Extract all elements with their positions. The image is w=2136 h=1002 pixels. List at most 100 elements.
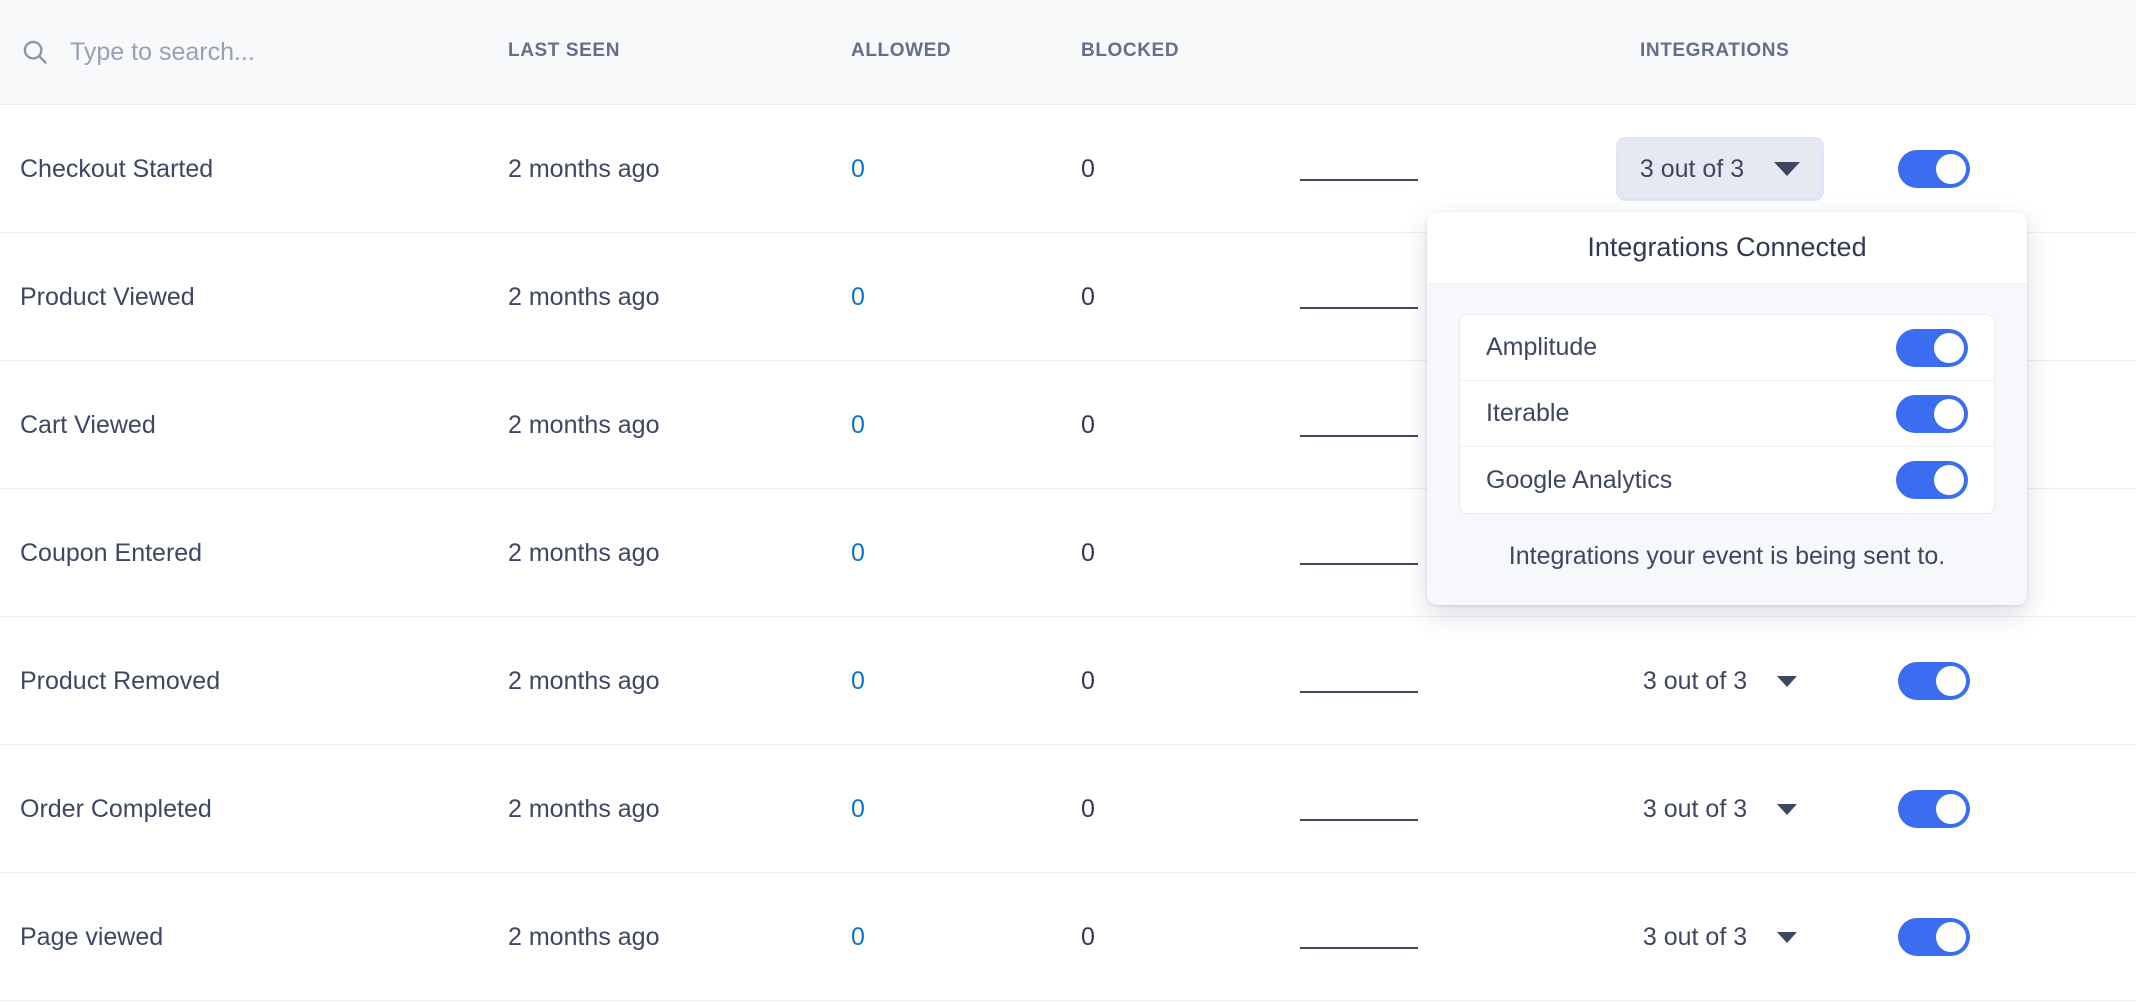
event-name: Product Removed bbox=[20, 667, 220, 696]
volume-sparkline-cell bbox=[1300, 873, 1440, 1001]
table-row[interactable]: Page viewed 2 months ago 0 0 3 out of 3 bbox=[0, 873, 2136, 1001]
chevron-down-icon bbox=[1777, 804, 1797, 815]
volume-sparkline-cell bbox=[1300, 617, 1440, 745]
event-name-cell: Product Removed bbox=[20, 617, 480, 745]
sparkline-chart bbox=[1300, 533, 1418, 573]
event-enabled-toggle[interactable] bbox=[1898, 662, 1970, 700]
event-name: Order Completed bbox=[20, 795, 212, 824]
last-seen-cell: 2 months ago bbox=[508, 873, 808, 1001]
sparkline-chart bbox=[1300, 405, 1418, 445]
integration-name: Amplitude bbox=[1486, 333, 1597, 362]
blocked-count: 0 bbox=[1081, 923, 1095, 952]
toggle-knob bbox=[1936, 794, 1966, 824]
integration-list-item: Iterable bbox=[1460, 381, 1994, 447]
last-seen-value: 2 months ago bbox=[508, 539, 660, 568]
blocked-count: 0 bbox=[1081, 283, 1095, 312]
popup-footer-text: Integrations your event is being sent to… bbox=[1509, 542, 1945, 571]
blocked-cell: 0 bbox=[1081, 745, 1201, 873]
table-row[interactable]: Order Completed 2 months ago 0 0 3 out o… bbox=[0, 745, 2136, 873]
integrations-dropdown-button[interactable]: 3 out of 3 bbox=[1620, 778, 1820, 840]
popup-body: Amplitude Iterable Google Analytics bbox=[1427, 284, 2027, 514]
allowed-count[interactable]: 0 bbox=[851, 795, 865, 824]
blocked-count: 0 bbox=[1081, 667, 1095, 696]
last-seen-cell: 2 months ago bbox=[508, 361, 808, 489]
search-input[interactable] bbox=[70, 38, 470, 67]
table-header: LAST SEEN ALLOWED BLOCKED INTEGRATIONS bbox=[0, 0, 2136, 105]
blocked-cell: 0 bbox=[1081, 489, 1201, 617]
last-seen-value: 2 months ago bbox=[508, 155, 660, 184]
last-seen-value: 2 months ago bbox=[508, 283, 660, 312]
event-enabled-toggle[interactable] bbox=[1898, 790, 1970, 828]
integration-list-item: Amplitude bbox=[1460, 315, 1994, 381]
allowed-cell[interactable]: 0 bbox=[851, 873, 971, 1001]
last-seen-cell: 2 months ago bbox=[508, 745, 808, 873]
search-cell bbox=[0, 37, 500, 67]
blocked-cell: 0 bbox=[1081, 361, 1201, 489]
sparkline-chart bbox=[1300, 149, 1418, 189]
last-seen-value: 2 months ago bbox=[508, 667, 660, 696]
integration-list-item: Google Analytics bbox=[1460, 447, 1994, 513]
integrations-cell: 3 out of 3 bbox=[1600, 873, 1840, 1001]
integrations-dropdown-button[interactable]: 3 out of 3 bbox=[1620, 906, 1820, 968]
table-row[interactable]: Product Removed 2 months ago 0 0 3 out o… bbox=[0, 617, 2136, 745]
allowed-cell[interactable]: 0 bbox=[851, 489, 971, 617]
event-name: Checkout Started bbox=[20, 155, 213, 184]
event-enabled-cell bbox=[1898, 745, 2018, 873]
volume-sparkline-cell bbox=[1300, 105, 1440, 233]
popup-header: Integrations Connected bbox=[1427, 212, 2027, 284]
sparkline-chart bbox=[1300, 277, 1418, 317]
integrations-count-label: 3 out of 3 bbox=[1643, 795, 1747, 824]
toggle-knob bbox=[1936, 154, 1966, 184]
allowed-count[interactable]: 0 bbox=[851, 411, 865, 440]
column-header-last-seen: LAST SEEN bbox=[508, 40, 620, 62]
events-table-page: LAST SEEN ALLOWED BLOCKED INTEGRATIONS C… bbox=[0, 0, 2136, 1002]
integration-toggle[interactable] bbox=[1896, 461, 1968, 499]
event-enabled-cell bbox=[1898, 873, 2018, 1001]
last-seen-cell: 2 months ago bbox=[508, 489, 808, 617]
toggle-knob bbox=[1934, 399, 1964, 429]
toggle-knob bbox=[1934, 465, 1964, 495]
event-enabled-cell bbox=[1898, 617, 2018, 745]
column-header-blocked: BLOCKED bbox=[1081, 40, 1179, 62]
allowed-cell[interactable]: 0 bbox=[851, 361, 971, 489]
allowed-cell[interactable]: 0 bbox=[851, 617, 971, 745]
event-enabled-toggle[interactable] bbox=[1898, 150, 1970, 188]
sparkline-chart bbox=[1300, 917, 1418, 957]
chevron-down-icon bbox=[1774, 162, 1800, 176]
blocked-count: 0 bbox=[1081, 539, 1095, 568]
sparkline-chart bbox=[1300, 789, 1418, 829]
last-seen-cell: 2 months ago bbox=[508, 233, 808, 361]
blocked-cell: 0 bbox=[1081, 873, 1201, 1001]
last-seen-cell: 2 months ago bbox=[508, 617, 808, 745]
event-name-cell: Order Completed bbox=[20, 745, 480, 873]
integration-toggle[interactable] bbox=[1896, 395, 1968, 433]
allowed-count[interactable]: 0 bbox=[851, 667, 865, 696]
chevron-down-icon bbox=[1777, 676, 1797, 687]
event-name: Cart Viewed bbox=[20, 411, 156, 440]
allowed-cell[interactable]: 0 bbox=[851, 233, 971, 361]
chevron-down-icon bbox=[1777, 932, 1797, 943]
event-enabled-toggle[interactable] bbox=[1898, 918, 1970, 956]
last-seen-cell: 2 months ago bbox=[508, 105, 808, 233]
integrations-cell: 3 out of 3 bbox=[1600, 745, 1840, 873]
integration-name: Google Analytics bbox=[1486, 466, 1672, 495]
integration-toggle[interactable] bbox=[1896, 329, 1968, 367]
integrations-dropdown-button[interactable]: 3 out of 3 bbox=[1620, 650, 1820, 712]
allowed-cell[interactable]: 0 bbox=[851, 105, 971, 233]
volume-sparkline-cell bbox=[1300, 361, 1440, 489]
toggle-knob bbox=[1934, 333, 1964, 363]
event-name-cell: Cart Viewed bbox=[20, 361, 480, 489]
event-name-cell: Page viewed bbox=[20, 873, 480, 1001]
toggle-knob bbox=[1936, 666, 1966, 696]
integrations-count-label: 3 out of 3 bbox=[1643, 923, 1747, 952]
allowed-count[interactable]: 0 bbox=[851, 155, 865, 184]
allowed-count[interactable]: 0 bbox=[851, 539, 865, 568]
integrations-cell: 3 out of 3 bbox=[1600, 617, 1840, 745]
allowed-count[interactable]: 0 bbox=[851, 283, 865, 312]
last-seen-value: 2 months ago bbox=[508, 923, 660, 952]
allowed-cell[interactable]: 0 bbox=[851, 745, 971, 873]
sparkline-chart bbox=[1300, 661, 1418, 701]
integrations-dropdown-button[interactable]: 3 out of 3 bbox=[1617, 138, 1823, 200]
allowed-count[interactable]: 0 bbox=[851, 923, 865, 952]
integrations-connected-popup: Integrations Connected Amplitude Iterabl… bbox=[1427, 212, 2027, 605]
